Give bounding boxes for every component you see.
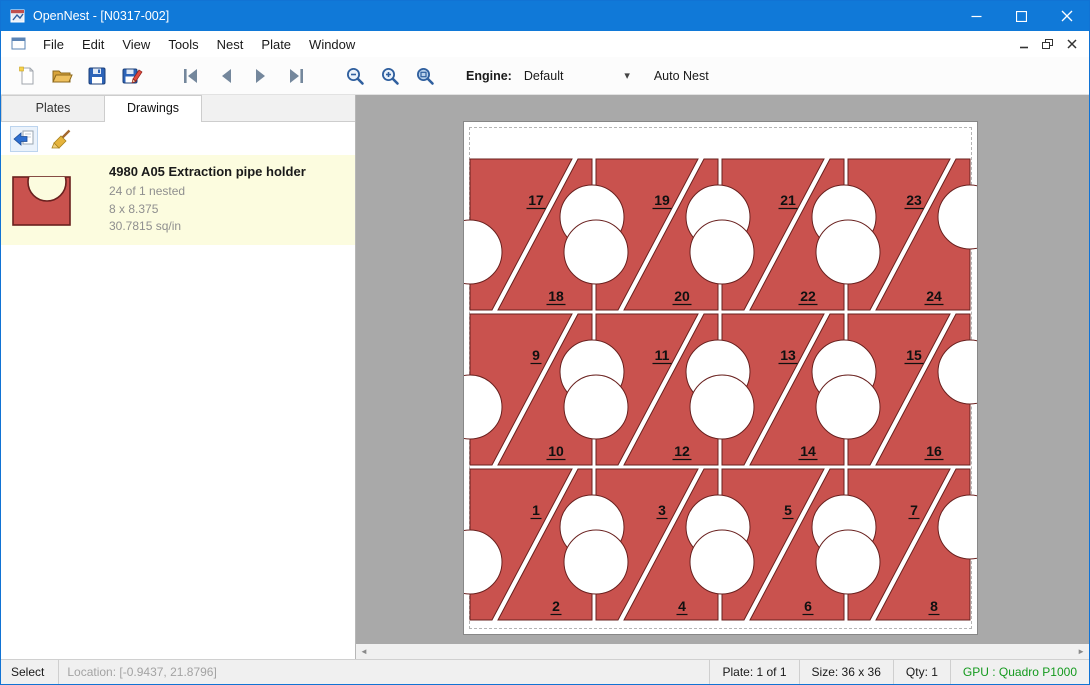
sidebar-footer bbox=[1, 644, 356, 659]
main-toolbar: Engine: Default ▾ Auto Nest bbox=[1, 57, 1089, 95]
engine-select[interactable]: Default ▾ bbox=[518, 64, 636, 88]
app-icon bbox=[10, 8, 26, 24]
mdi-minimize-button[interactable] bbox=[1013, 34, 1034, 54]
go-first-button[interactable] bbox=[173, 61, 208, 91]
window-title: OpenNest - [N0317-002] bbox=[33, 9, 169, 23]
sidebar-tabs: Plates Drawings bbox=[1, 95, 355, 122]
status-location: Location: [-0.9437, 21.8796] bbox=[59, 660, 216, 684]
clean-button[interactable] bbox=[47, 126, 75, 152]
zoom-in-button[interactable] bbox=[372, 61, 407, 91]
menu-nest[interactable]: Nest bbox=[208, 33, 253, 56]
drawing-title: 4980 A05 Extraction pipe holder bbox=[109, 164, 306, 179]
replace-drawing-button[interactable] bbox=[10, 126, 38, 152]
bottom-strip: ◄ ► bbox=[1, 644, 1089, 659]
open-button[interactable] bbox=[44, 61, 79, 91]
zoom-out-button[interactable] bbox=[337, 61, 372, 91]
part-number-label: 20 bbox=[674, 288, 690, 304]
part-number-label: 24 bbox=[926, 288, 942, 304]
drawing-size: 8 x 8.375 bbox=[109, 201, 306, 218]
part-number-label: 10 bbox=[548, 443, 564, 459]
pipe-notch bbox=[564, 375, 628, 439]
part-number-label: 23 bbox=[906, 192, 922, 208]
part-number-label: 14 bbox=[800, 443, 816, 459]
menu-plate[interactable]: Plate bbox=[252, 33, 300, 56]
status-plate: Plate: 1 of 1 bbox=[709, 660, 798, 684]
menu-file[interactable]: File bbox=[34, 33, 73, 56]
zoom-fit-button[interactable] bbox=[407, 61, 442, 91]
nest-canvas[interactable]: 171819202122232491011121314151612345678 bbox=[356, 95, 1089, 644]
part-number-label: 7 bbox=[910, 502, 918, 518]
pipe-notch bbox=[816, 530, 880, 594]
part-number-label: 15 bbox=[906, 347, 922, 363]
part-number-label: 21 bbox=[780, 192, 796, 208]
menu-bar: File Edit View Tools Nest Plate Window bbox=[1, 31, 1089, 57]
nested-parts-layout: 171819202122232491011121314151612345678 bbox=[464, 122, 977, 634]
title-bar: OpenNest - [N0317-002] bbox=[1, 1, 1089, 31]
go-previous-button[interactable] bbox=[208, 61, 243, 91]
menu-window[interactable]: Window bbox=[300, 33, 364, 56]
menu-view[interactable]: View bbox=[113, 33, 159, 56]
part-number-label: 18 bbox=[548, 288, 564, 304]
tab-plates[interactable]: Plates bbox=[1, 95, 105, 121]
auto-nest-label[interactable]: Auto Nest bbox=[654, 69, 709, 83]
part-number-label: 2 bbox=[552, 598, 560, 614]
app-window: OpenNest - [N0317-002] File Edit View To… bbox=[0, 0, 1090, 685]
new-button[interactable] bbox=[9, 61, 44, 91]
pipe-notch bbox=[690, 375, 754, 439]
scroll-left-icon[interactable]: ◄ bbox=[360, 647, 368, 656]
minimize-button[interactable] bbox=[954, 1, 999, 31]
part-number-label: 13 bbox=[780, 347, 796, 363]
plate: 171819202122232491011121314151612345678 bbox=[463, 121, 978, 635]
part-number-label: 19 bbox=[654, 192, 670, 208]
pipe-notch bbox=[690, 220, 754, 284]
engine-value: Default bbox=[524, 69, 564, 83]
status-mode: Select bbox=[1, 660, 59, 684]
mdi-close-button[interactable] bbox=[1061, 34, 1082, 54]
status-bar: Select Location: [-0.9437, 21.8796] Plat… bbox=[1, 659, 1089, 684]
menu-tools[interactable]: Tools bbox=[159, 33, 207, 56]
tab-drawings[interactable]: Drawings bbox=[104, 95, 202, 122]
scroll-right-icon[interactable]: ► bbox=[1077, 647, 1085, 656]
mdi-restore-button[interactable] bbox=[1037, 34, 1058, 54]
status-qty: Qty: 1 bbox=[893, 660, 950, 684]
pipe-notch bbox=[564, 220, 628, 284]
sidebar: Plates Drawings bbox=[1, 95, 356, 644]
part-number-label: 9 bbox=[532, 347, 540, 363]
pipe-notch bbox=[816, 220, 880, 284]
status-size: Size: 36 x 36 bbox=[799, 660, 893, 684]
status-gpu: GPU : Quadro P1000 bbox=[950, 660, 1089, 684]
part-number-label: 1 bbox=[532, 502, 540, 518]
part-number-label: 4 bbox=[678, 598, 686, 614]
part-number-label: 11 bbox=[655, 347, 670, 363]
part-number-label: 16 bbox=[926, 443, 942, 459]
drawing-list-item[interactable]: 4980 A05 Extraction pipe holder 24 of 1 … bbox=[1, 155, 355, 245]
horizontal-scrollbar[interactable]: ◄ ► bbox=[356, 644, 1089, 659]
go-last-button[interactable] bbox=[278, 61, 313, 91]
menu-edit[interactable]: Edit bbox=[73, 33, 113, 56]
part-number-label: 5 bbox=[784, 502, 792, 518]
part-number-label: 17 bbox=[528, 192, 544, 208]
pipe-notch bbox=[690, 530, 754, 594]
close-button[interactable] bbox=[1044, 1, 1089, 31]
drawings-toolbar bbox=[1, 122, 355, 155]
part-number-label: 22 bbox=[800, 288, 816, 304]
pipe-notch bbox=[564, 530, 628, 594]
part-number-label: 12 bbox=[674, 443, 690, 459]
chevron-down-icon: ▾ bbox=[624, 69, 630, 82]
pipe-notch bbox=[816, 375, 880, 439]
drawing-nested-count: 24 of 1 nested bbox=[109, 183, 306, 200]
save-button[interactable] bbox=[79, 61, 114, 91]
go-next-button[interactable] bbox=[243, 61, 278, 91]
engine-label: Engine: bbox=[466, 69, 512, 83]
mdi-window-controls bbox=[1013, 34, 1082, 54]
maximize-button[interactable] bbox=[999, 1, 1044, 31]
part-number-label: 3 bbox=[658, 502, 666, 518]
document-window-icon[interactable] bbox=[11, 37, 27, 51]
part-number-label: 6 bbox=[804, 598, 812, 614]
drawing-area: 30.7815 sq/in bbox=[109, 218, 306, 235]
save-edit-button[interactable] bbox=[114, 61, 149, 91]
part-thumbnail bbox=[11, 172, 73, 228]
part-number-label: 8 bbox=[930, 598, 938, 614]
